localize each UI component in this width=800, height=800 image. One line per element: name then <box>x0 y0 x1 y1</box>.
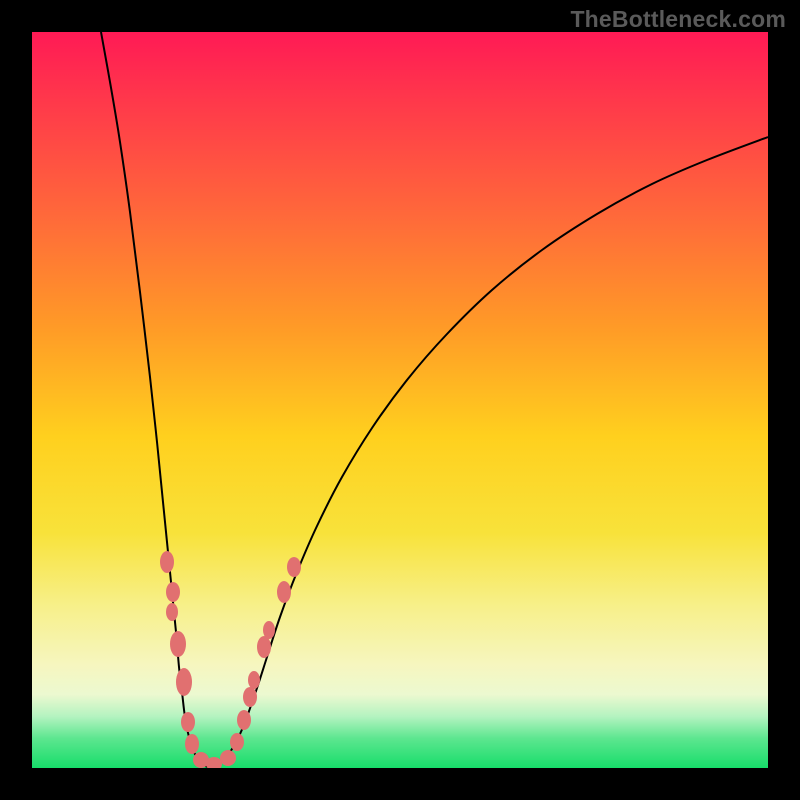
curve-left <box>101 32 207 767</box>
data-marker <box>181 712 195 732</box>
watermark-text: TheBottleneck.com <box>570 6 786 33</box>
plot-area <box>32 32 768 768</box>
data-marker <box>170 631 186 657</box>
data-marker <box>287 557 301 577</box>
data-marker <box>237 710 251 730</box>
data-marker <box>277 581 291 603</box>
data-marker <box>248 671 260 689</box>
data-marker <box>230 733 244 751</box>
data-marker <box>166 582 180 602</box>
data-marker <box>185 734 199 754</box>
data-marker <box>166 603 178 621</box>
curve-svg <box>32 32 768 768</box>
data-marker <box>220 750 236 766</box>
data-marker <box>176 668 192 696</box>
data-marker <box>243 687 257 707</box>
chart-frame: TheBottleneck.com <box>0 0 800 800</box>
markers-group <box>160 551 301 768</box>
data-marker <box>263 621 275 639</box>
data-marker <box>257 636 271 658</box>
data-marker <box>160 551 174 573</box>
curve-right <box>207 137 768 767</box>
